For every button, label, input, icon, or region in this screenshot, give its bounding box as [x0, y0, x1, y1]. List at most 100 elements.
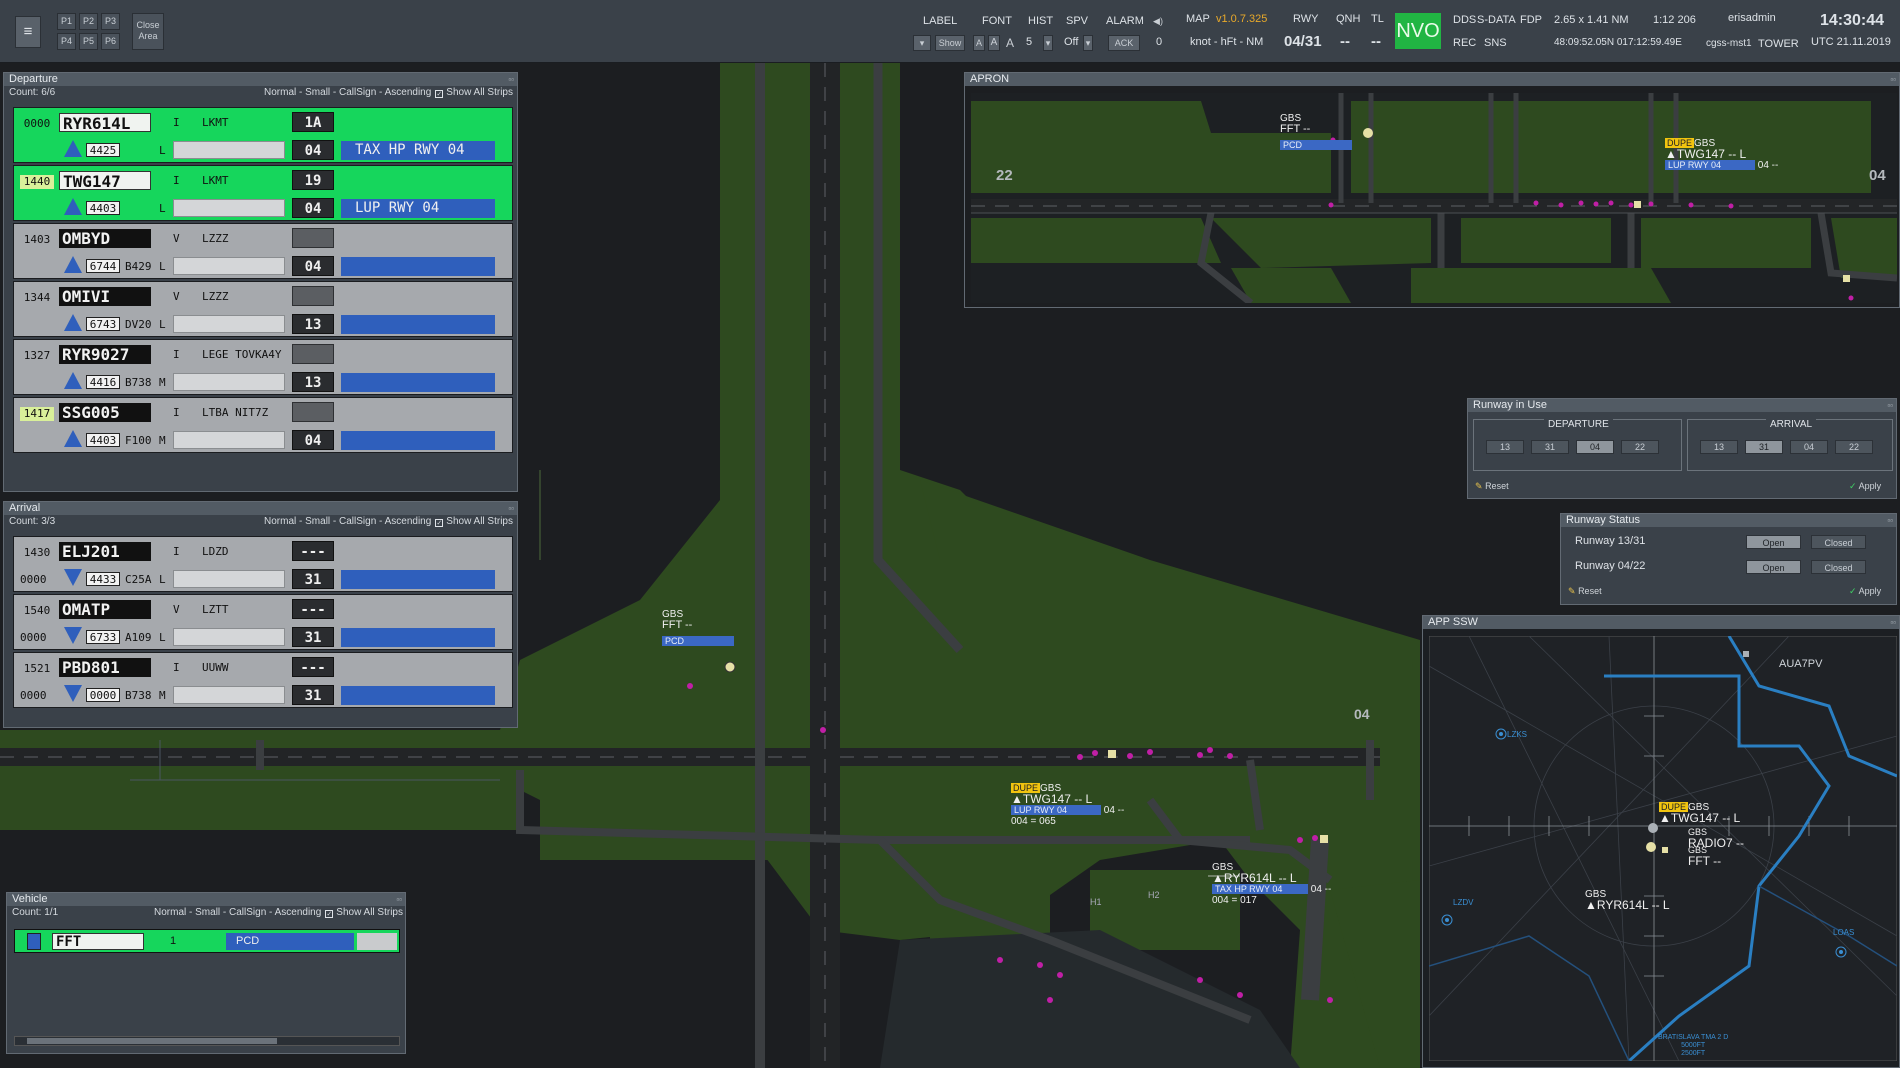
strip-clearance[interactable] [341, 373, 495, 392]
track-label-twg147[interactable]: DUPE GBS ▲TWG147 -- L LUP RWY 04 04 -- 00… [1011, 783, 1124, 827]
dep-runway-13-button[interactable]: 13 [1486, 440, 1524, 454]
font-medium-button[interactable]: A [988, 35, 1000, 51]
arrival-strip[interactable]: 1540 OMATP V LZTT --- 0000 6733 A109 L 3… [13, 594, 513, 650]
runway-in-use-apply-button[interactable]: ✓ Apply [1849, 481, 1881, 492]
runway-04-22-open-button[interactable]: Open [1746, 560, 1801, 574]
strip-input-field[interactable] [173, 141, 285, 159]
arrival-strip[interactable]: 1430 ELJ201 I LDZD --- 0000 4433 C25A L … [13, 536, 513, 592]
strip-clearance[interactable] [341, 628, 495, 647]
departure-strip[interactable]: 1327 RYR9027 I LEGE TOVKA4Y 4416 B738 M … [13, 339, 513, 395]
label-dropdown[interactable]: ▾ [913, 35, 931, 51]
strip-stand[interactable]: --- [292, 599, 334, 619]
arrival-strip[interactable]: 1521 PBD801 I UUWW --- 0000 0000 B738 M … [13, 652, 513, 708]
font-small-button[interactable]: A [973, 35, 985, 51]
close-icon[interactable]: ▫▫ [1886, 618, 1896, 627]
alarm-ack-button[interactable]: ACK [1108, 35, 1140, 51]
label-show-button[interactable]: Show [935, 35, 965, 51]
strip-runway[interactable]: 13 [292, 372, 334, 392]
show-all-checkbox[interactable]: ✓ [325, 910, 334, 918]
hist-stepper[interactable]: ▾ [1043, 35, 1053, 51]
strip-callsign[interactable]: TWG147 [59, 171, 151, 191]
departure-strip[interactable]: 1344 OMIVI V LZZZ 6743 DV20 L 13 [13, 281, 513, 337]
show-all-checkbox[interactable]: ✓ [435, 90, 444, 98]
runway-in-use-reset-button[interactable]: ✎ Reset [1475, 481, 1509, 492]
radar-label-ryr614l[interactable]: GBS ▲RYR614L -- L [1585, 889, 1670, 911]
strip-clearance[interactable]: TAX HP RWY 04 [341, 141, 495, 160]
departure-strip[interactable]: 0000 RYR614L I LKMT 1A 4425 L 04 TAX HP … [13, 107, 513, 163]
menu-button[interactable]: ≡ [15, 16, 41, 48]
dep-runway-31-button[interactable]: 31 [1531, 440, 1569, 454]
strip-stand[interactable]: --- [292, 657, 334, 677]
strip-callsign[interactable]: PBD801 [59, 658, 151, 677]
strip-clearance[interactable] [341, 686, 495, 705]
strip-input-field[interactable] [173, 570, 285, 588]
strip-clearance[interactable] [341, 431, 495, 450]
dep-runway-04-button[interactable]: 04 [1576, 440, 1614, 454]
strip-holding-point[interactable]: 19 [292, 170, 334, 190]
strip-holding-point[interactable] [292, 286, 334, 306]
dep-runway-22-button[interactable]: 22 [1621, 440, 1659, 454]
runway-13-31-open-button[interactable]: Open [1746, 535, 1801, 549]
strip-holding-point[interactable] [292, 228, 334, 248]
strip-input-field[interactable] [173, 373, 285, 391]
apron-track-label-twg147[interactable]: DUPE GBS ▲TWG147 -- L LUP RWY 04 04 -- [1665, 138, 1778, 171]
close-icon[interactable]: ▫▫ [1883, 401, 1893, 410]
strip-clearance[interactable] [341, 257, 495, 276]
strip-callsign[interactable]: RYR9027 [59, 345, 151, 364]
close-icon[interactable]: ▫▫ [504, 504, 514, 513]
strip-callsign[interactable]: ELJ201 [59, 542, 151, 561]
preset-p6-button[interactable]: P6 [101, 33, 120, 50]
arr-runway-13-button[interactable]: 13 [1700, 440, 1738, 454]
track-label-ryr614l[interactable]: GBS ▲RYR614L -- L TAX HP RWY 04 04 -- 00… [1212, 862, 1331, 906]
strip-runway[interactable]: 04 [292, 256, 334, 276]
departure-strip[interactable]: 1417 SSG005 I LTBA NIT7Z 4403 F100 M 04 [13, 397, 513, 453]
show-all-checkbox[interactable]: ✓ [435, 519, 444, 527]
apron-track-label-fft[interactable]: GBS FFT -- PCD [1280, 113, 1352, 153]
arr-runway-04-button[interactable]: 04 [1790, 440, 1828, 454]
preset-p2-button[interactable]: P2 [79, 13, 98, 30]
nvo-status[interactable]: NVO [1395, 13, 1441, 49]
approach-radar-map[interactable] [1429, 636, 1897, 1061]
strip-stand[interactable]: --- [292, 541, 334, 561]
strip-callsign[interactable]: SSG005 [59, 403, 151, 422]
vehicle-sort-options[interactable]: Normal - Small - CallSign - Ascending ✓ Sh… [154, 907, 403, 918]
close-icon[interactable]: ▫▫ [1883, 516, 1893, 525]
strip-input-field[interactable] [173, 199, 285, 217]
departure-sort-options[interactable]: Normal - Small - CallSign - Ascending ✓ Sh… [264, 87, 513, 98]
close-area-button[interactable]: Close Area [132, 13, 164, 50]
strip-clearance[interactable] [341, 315, 495, 334]
strip-input-field[interactable] [173, 257, 285, 275]
strip-holding-point[interactable]: 1A [292, 112, 334, 132]
preset-p3-button[interactable]: P3 [101, 13, 120, 30]
departure-strip[interactable]: 1403 OMBYD V LZZZ 6744 B429 L 04 [13, 223, 513, 279]
strip-holding-point[interactable] [292, 402, 334, 422]
strip-runway[interactable]: 31 [292, 685, 334, 705]
departure-strip[interactable]: 1440 TWG147 I LKMT 19 4403 L 04 LUP RWY … [13, 165, 513, 221]
close-icon[interactable]: ▫▫ [1886, 75, 1896, 84]
runway-status-reset-button[interactable]: ✎ Reset [1568, 586, 1602, 597]
vehicle-field[interactable] [357, 933, 397, 950]
close-icon[interactable]: ▫▫ [504, 75, 514, 84]
strip-runway[interactable]: 04 [292, 198, 334, 218]
strip-runway[interactable]: 31 [292, 569, 334, 589]
strip-clearance[interactable] [341, 570, 495, 589]
spv-dropdown[interactable]: ▾ [1083, 35, 1093, 51]
strip-input-field[interactable] [173, 431, 285, 449]
strip-runway[interactable]: 31 [292, 627, 334, 647]
strip-runway[interactable]: 04 [292, 140, 334, 160]
strip-input-field[interactable] [173, 315, 285, 333]
strip-callsign[interactable]: OMIVI [59, 287, 151, 306]
apron-map[interactable] [971, 93, 1897, 303]
close-icon[interactable]: ▫▫ [392, 895, 402, 904]
strip-clearance[interactable]: LUP RWY 04 [341, 199, 495, 218]
preset-p5-button[interactable]: P5 [79, 33, 98, 50]
strip-holding-point[interactable] [292, 344, 334, 364]
spv-value[interactable]: Off [1064, 36, 1078, 48]
strip-callsign[interactable]: OMBYD [59, 229, 151, 248]
speaker-icon[interactable]: ◀) [1148, 13, 1168, 29]
radar-label-twg147[interactable]: DUPE GBS ▲TWG147 -- L [1659, 802, 1740, 824]
track-label-fft[interactable]: GBS FFT -- PCD [662, 609, 734, 649]
scrollbar-thumb[interactable] [27, 1038, 277, 1044]
hist-value[interactable]: 5 [1026, 36, 1032, 48]
preset-p1-button[interactable]: P1 [57, 13, 76, 30]
